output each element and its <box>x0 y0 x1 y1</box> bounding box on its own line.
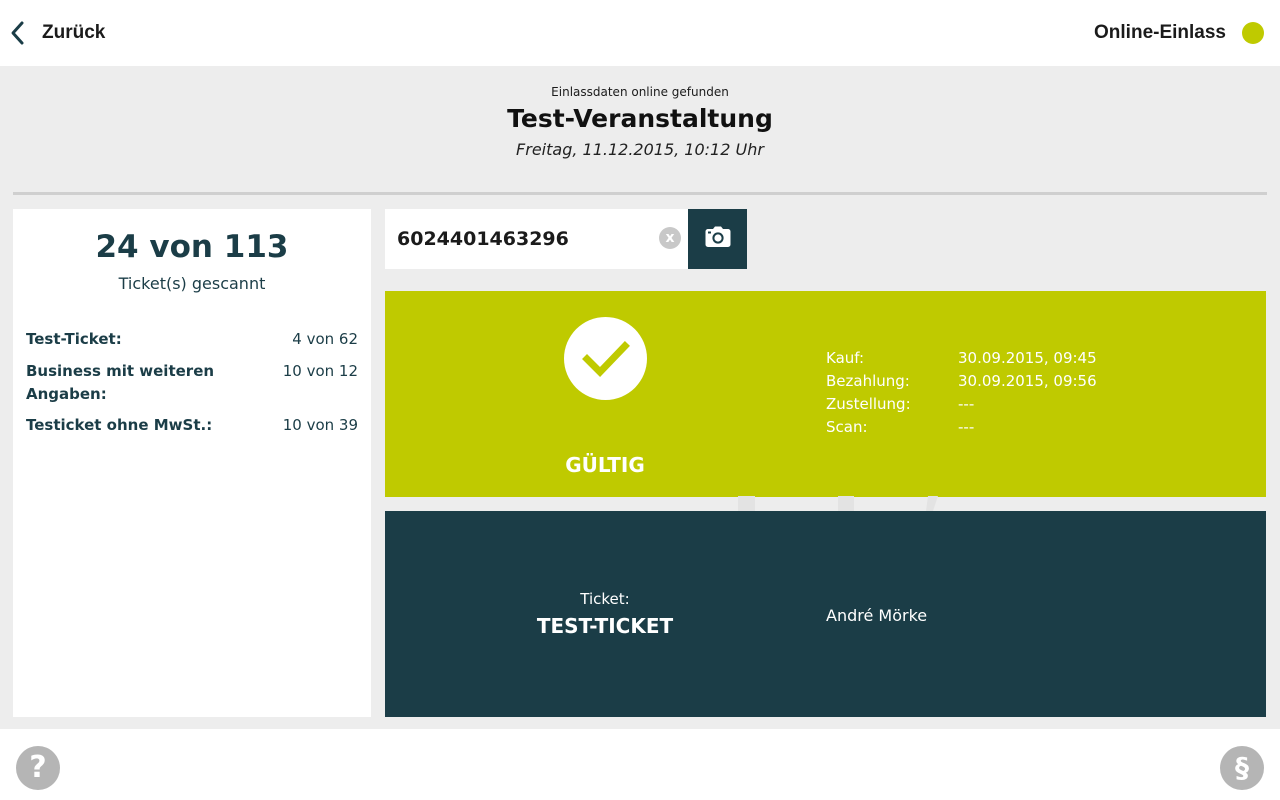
stat-name: Business mit weiteren Angaben: <box>26 362 215 403</box>
validation-result-panel: GÜLTIG Kauf: 30.09.2015, 09:45 Bezahlung… <box>385 291 1266 497</box>
detail-key: Bezahlung: <box>826 372 910 390</box>
back-button[interactable]: Zurück <box>8 14 105 52</box>
clear-icon[interactable]: x <box>659 227 681 249</box>
stat-name: Testicket ohne MwSt.: <box>26 416 213 434</box>
mode-label: Online-Einlass <box>1094 22 1226 43</box>
ticket-code-input[interactable] <box>385 209 647 269</box>
back-label: Zurück <box>42 22 106 43</box>
stat-name: Test-Ticket: <box>26 330 122 348</box>
detail-key: Zustellung: <box>826 395 911 413</box>
event-status-text: Einlassdaten online gefunden <box>551 85 729 99</box>
stat-row: Business mit weiteren Angaben: 10 von 12 <box>26 360 358 406</box>
background-watermark <box>738 496 938 511</box>
top-bar: Zurück Online-Einlass <box>0 0 1280 66</box>
camera-icon <box>705 226 731 252</box>
help-icon[interactable]: ? <box>16 746 60 790</box>
ticket-holder: André Mörke <box>826 606 928 625</box>
detail-key: Scan: <box>826 418 868 436</box>
stat-value: 10 von 39 <box>282 416 358 434</box>
event-datetime: Freitag, 11.12.2015, 10:12 Uhr <box>516 140 764 159</box>
ticket-type: TEST-TICKET <box>536 614 674 638</box>
stat-value: 4 von 62 <box>292 330 358 348</box>
camera-button[interactable] <box>688 209 747 269</box>
detail-value: 30.09.2015, 09:56 <box>958 372 1097 390</box>
detail-row: Scan: --- <box>826 418 1158 441</box>
event-title: Test-Veranstaltung <box>507 104 773 133</box>
event-header: Einlassdaten online gefunden Test-Verans… <box>0 66 1280 192</box>
stats-total: 24 von 113 <box>95 229 289 265</box>
ticket-code-field: x <box>385 209 688 269</box>
stat-value: 10 von 12 <box>282 362 358 380</box>
stat-row: Test-Ticket: 4 von 62 <box>26 328 358 351</box>
chevron-left-icon <box>8 20 28 46</box>
detail-row: Zustellung: --- <box>826 395 1158 418</box>
detail-value: 30.09.2015, 09:45 <box>958 349 1097 367</box>
legal-icon[interactable]: § <box>1220 746 1264 790</box>
ticket-timeline: Kauf: 30.09.2015, 09:45 Bezahlung: 30.09… <box>826 349 1158 441</box>
scan-stats-panel: 24 von 113 Ticket(s) gescannt Test-Ticke… <box>13 209 371 717</box>
checkmark-icon <box>564 317 647 400</box>
validation-status: GÜLTIG <box>565 453 645 477</box>
online-mode-indicator: Online-Einlass <box>1094 14 1264 52</box>
detail-key: Kauf: <box>826 349 865 367</box>
stat-row: Testicket ohne MwSt.: 10 von 39 <box>26 414 358 437</box>
stats-caption: Ticket(s) gescannt <box>118 274 266 293</box>
divider <box>13 192 1267 195</box>
footer-bar: ? § <box>0 729 1280 800</box>
detail-value: --- <box>958 395 975 413</box>
detail-value: --- <box>958 418 975 436</box>
detail-row: Bezahlung: 30.09.2015, 09:56 <box>826 372 1158 395</box>
ticket-label: Ticket: <box>580 590 630 608</box>
status-dot-icon <box>1242 22 1264 44</box>
detail-row: Kauf: 30.09.2015, 09:45 <box>826 349 1158 372</box>
ticket-info-panel: Ticket: TEST-TICKET André Mörke <box>385 511 1266 717</box>
